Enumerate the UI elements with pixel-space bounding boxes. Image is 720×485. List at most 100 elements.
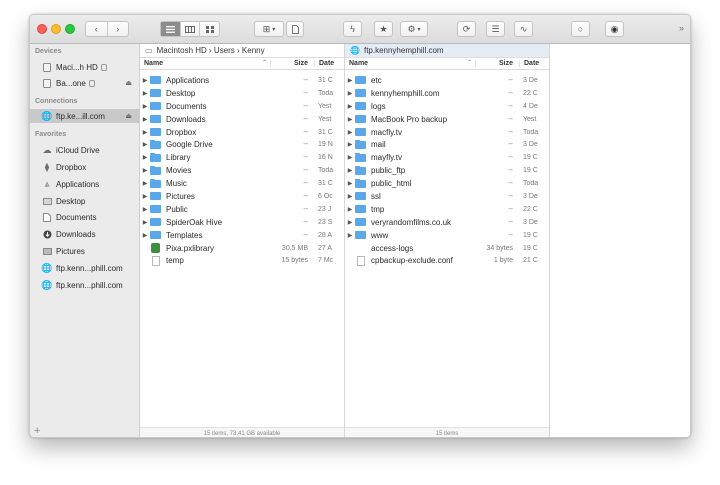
sidebar-item-ftp-favorite-2[interactable]: 🌐 ftp.kenn...phill.com [30,278,140,292]
favorite-button[interactable]: ★ [374,21,393,37]
minimize-window-button[interactable] [51,24,61,34]
file-size: -- [303,154,308,162]
table-row[interactable]: ▶ public_html -- Toda [345,177,549,190]
column-header-date[interactable]: Date [314,60,344,67]
table-row[interactable]: ▶ Documents -- Yest [140,100,344,113]
breadcrumb[interactable]: 🌐 ftp.kennyhemphill.com [345,44,549,58]
zoom-window-button[interactable] [65,24,75,34]
disclosure-triangle-icon[interactable]: ▶ [140,90,150,97]
table-row[interactable]: ▶ Applications -- 31 C [140,74,344,87]
table-row[interactable]: ▶ Downloads -- Yest [140,113,344,126]
new-document-button[interactable] [286,21,304,37]
sidebar-item-documents[interactable]: Documents [30,210,140,224]
disclosure-triangle-icon[interactable]: ▶ [140,141,150,148]
table-row[interactable]: ▶ MacBook Pro backup -- Yest [345,113,549,126]
table-row[interactable]: ▶ Pictures -- 6 Oc [140,190,344,203]
icon-view-button[interactable] [199,22,219,36]
disclosure-triangle-icon[interactable]: ▶ [345,141,355,148]
column-header-date[interactable]: Date [519,60,549,67]
table-row[interactable]: ▶ SpiderOak Hive -- 23 S [140,216,344,229]
disclosure-triangle-icon[interactable]: ▶ [345,193,355,200]
column-header-name[interactable]: Name [140,60,270,67]
table-row[interactable]: ▶ mail -- 3 De [345,138,549,151]
table-row[interactable]: ▶Pixa.pxlibrary 30.5 MB 27 A [140,242,344,255]
table-row[interactable]: ▶ mayfly.tv -- 19 C [345,151,549,164]
transfer-button[interactable]: ◉ [605,21,624,37]
table-row[interactable]: ▶ Dropbox -- 31 C [140,126,344,139]
sidebar-item-dropbox[interactable]: ⧫ Dropbox [30,160,140,174]
disclosure-triangle-icon[interactable]: ▶ [345,77,355,84]
table-row[interactable]: ▶ Library -- 16 N [140,151,344,164]
back-button[interactable]: ‹ [86,22,107,36]
disclosure-triangle-icon[interactable]: ▶ [345,116,355,123]
disclosure-triangle-icon[interactable]: ▶ [345,219,355,226]
table-row[interactable]: ▶ kennyhemphill.com -- 22 C [345,87,549,100]
table-row[interactable]: ▶ etc -- 3 De [345,74,549,87]
disclosure-triangle-icon[interactable]: ▶ [345,167,355,174]
add-sidebar-item-button[interactable]: + [34,425,40,437]
sidebar-item-desktop[interactable]: Desktop [30,194,140,208]
sidebar-item-backup-drive[interactable]: Ba...one ⏏ [30,76,140,90]
table-row[interactable]: ▶ Public -- 23 J [140,203,344,216]
disclosure-triangle-icon[interactable]: ▶ [140,206,150,213]
sidebar-item-ftp-favorite-1[interactable]: 🌐 ftp.kenn...phill.com [30,261,140,275]
table-row[interactable]: ▶ Movies -- Toda [140,164,344,177]
arrange-button[interactable]: ⊞ ▾ [254,21,284,37]
sync-button[interactable]: ⟳ [457,21,476,37]
disclosure-triangle-icon[interactable]: ▶ [140,129,150,136]
table-row[interactable]: ▶cpbackup-exclude.conf 1 byte 21 C [345,254,549,267]
column-header-name[interactable]: Name [345,60,475,67]
toolbar-overflow-icon[interactable]: » [679,23,684,33]
column-header-size[interactable]: Size [475,60,519,67]
disclosure-triangle-icon[interactable]: ▶ [140,167,150,174]
disclosure-triangle-icon[interactable]: ▶ [345,90,355,97]
sidebar-item-ftp-connection[interactable]: 🌐 ftp.ke...ill.com ⏏ [30,109,140,123]
disclosure-triangle-icon[interactable]: ▶ [140,116,150,123]
sidebar-item-icloud-drive[interactable]: ☁ iCloud Drive [30,143,140,157]
action-menu-button[interactable]: ⚙ ▾ [400,21,428,37]
table-row[interactable]: ▶ Google Drive -- 19 N [140,138,344,151]
disclosure-triangle-icon[interactable]: ▶ [140,180,150,187]
disclosure-triangle-icon[interactable]: ▶ [140,232,150,239]
sidebar-item-applications[interactable]: ⩓ Applications [30,177,140,191]
disclosure-triangle-icon[interactable]: ▶ [345,232,355,239]
file-date: 19 C [523,244,538,252]
forward-button[interactable]: › [106,22,129,36]
disclosure-triangle-icon[interactable]: ▶ [345,180,355,187]
table-row[interactable]: ▶ veryrandomfilms.co.uk -- 3 De [345,216,549,229]
table-row[interactable]: ▶access-logs 34 bytes 19 C [345,242,549,255]
table-row[interactable]: ▶ macfly.tv -- Toda [345,126,549,139]
column-header-size[interactable]: Size [270,60,314,67]
disclosure-triangle-icon[interactable]: ▶ [345,129,355,136]
table-row[interactable]: ▶ www -- 19 C [345,229,549,242]
breadcrumb[interactable]: ▭ Macintosh HD › Users › Kenny [140,44,344,58]
info-button[interactable]: ○ [571,21,590,37]
table-row[interactable]: ▶ public_ftp -- 19 C [345,164,549,177]
table-row[interactable]: ▶ ssl -- 3 De [345,190,549,203]
table-row[interactable]: ▶ Templates -- 28 A [140,229,344,242]
queue-button[interactable]: ☰ [486,21,505,37]
table-row[interactable]: ▶ Music -- 31 C [140,177,344,190]
disclosure-triangle-icon[interactable]: ▶ [140,77,150,84]
sidebar-item-downloads[interactable]: Downloads [30,227,140,241]
activity-button[interactable]: ∿ [514,21,533,37]
eject-icon[interactable]: ⏏ [125,79,132,87]
disclosure-triangle-icon[interactable]: ▶ [140,103,150,110]
disclosure-triangle-icon[interactable]: ▶ [140,154,150,161]
table-row[interactable]: ▶temp 15 bytes 7 Mc [140,254,344,267]
close-window-button[interactable] [37,24,47,34]
column-view-button[interactable] [179,22,200,36]
table-row[interactable]: ▶ logs -- 4 De [345,100,549,113]
disclosure-triangle-icon[interactable]: ▶ [345,154,355,161]
disclosure-triangle-icon[interactable]: ▶ [345,206,355,213]
sidebar-item-macintosh-hd[interactable]: Maci...h HD [30,60,140,74]
sidebar-item-pictures[interactable]: Pictures [30,244,140,258]
disclosure-triangle-icon[interactable]: ▶ [140,219,150,226]
disclosure-triangle-icon[interactable]: ▶ [140,193,150,200]
eject-icon[interactable]: ⏏ [125,112,132,120]
lightning-button[interactable]: ϟ [343,21,362,37]
table-row[interactable]: ▶ Desktop -- Toda [140,87,344,100]
list-view-button[interactable] [161,22,180,36]
disclosure-triangle-icon[interactable]: ▶ [345,103,355,110]
table-row[interactable]: ▶ tmp -- 22 C [345,203,549,216]
